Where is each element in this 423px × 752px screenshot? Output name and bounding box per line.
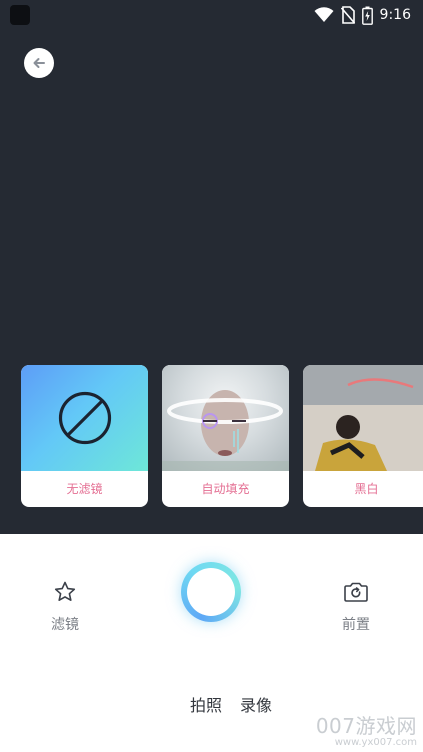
no-filter-icon xyxy=(58,391,111,445)
star-icon xyxy=(54,581,76,601)
shutter-button[interactable] xyxy=(181,562,241,622)
switch-camera-button[interactable]: 前置 xyxy=(326,580,386,634)
app-notification-icon xyxy=(10,5,30,25)
mode-tabs: 拍照 录像 xyxy=(190,692,272,716)
filter-card-black-white[interactable]: 黑白 xyxy=(303,365,423,507)
portrait-image xyxy=(162,390,289,471)
tab-video[interactable]: 录像 xyxy=(240,692,272,716)
portrait-image xyxy=(303,365,423,471)
tab-photo[interactable]: 拍照 xyxy=(190,692,222,716)
switch-camera-label: 前置 xyxy=(342,617,370,633)
site-watermark: 007游戏网 www.yx007.com xyxy=(316,710,417,748)
camera-preview: 9:16 无滤镜 自动填充 黑白 xyxy=(0,0,423,534)
filter-thumbnail-black-white xyxy=(303,365,423,471)
filter-list: 无滤镜 自动填充 黑白 xyxy=(21,365,423,507)
filter-thumbnail-auto-fill xyxy=(162,365,289,471)
switch-camera-icon xyxy=(344,582,368,602)
status-time: 9:16 xyxy=(379,7,411,23)
wifi-icon xyxy=(314,7,334,22)
no-sim-icon xyxy=(340,6,355,24)
filter-label: 无滤镜 xyxy=(66,482,103,496)
status-icons: 9:16 xyxy=(314,5,411,25)
status-bar: 9:16 xyxy=(0,0,423,28)
filter-button[interactable]: 滤镜 xyxy=(35,580,95,634)
filter-card-none[interactable]: 无滤镜 xyxy=(21,365,148,507)
filter-label: 自动填充 xyxy=(201,482,250,496)
shutter-inner xyxy=(187,568,235,616)
watermark-title: 007游戏网 xyxy=(315,714,417,738)
filter-button-label: 滤镜 xyxy=(51,617,79,633)
filter-card-auto-fill[interactable]: 自动填充 xyxy=(162,365,289,507)
arrow-left-icon xyxy=(33,58,45,68)
back-button[interactable] xyxy=(24,48,54,78)
filter-label: 黑白 xyxy=(354,482,379,496)
bottom-controls: 滤镜 前置 拍照 录像 007游戏网 www.yx007.com xyxy=(0,534,423,752)
filter-thumbnail-none xyxy=(21,365,148,471)
battery-icon xyxy=(361,6,373,25)
